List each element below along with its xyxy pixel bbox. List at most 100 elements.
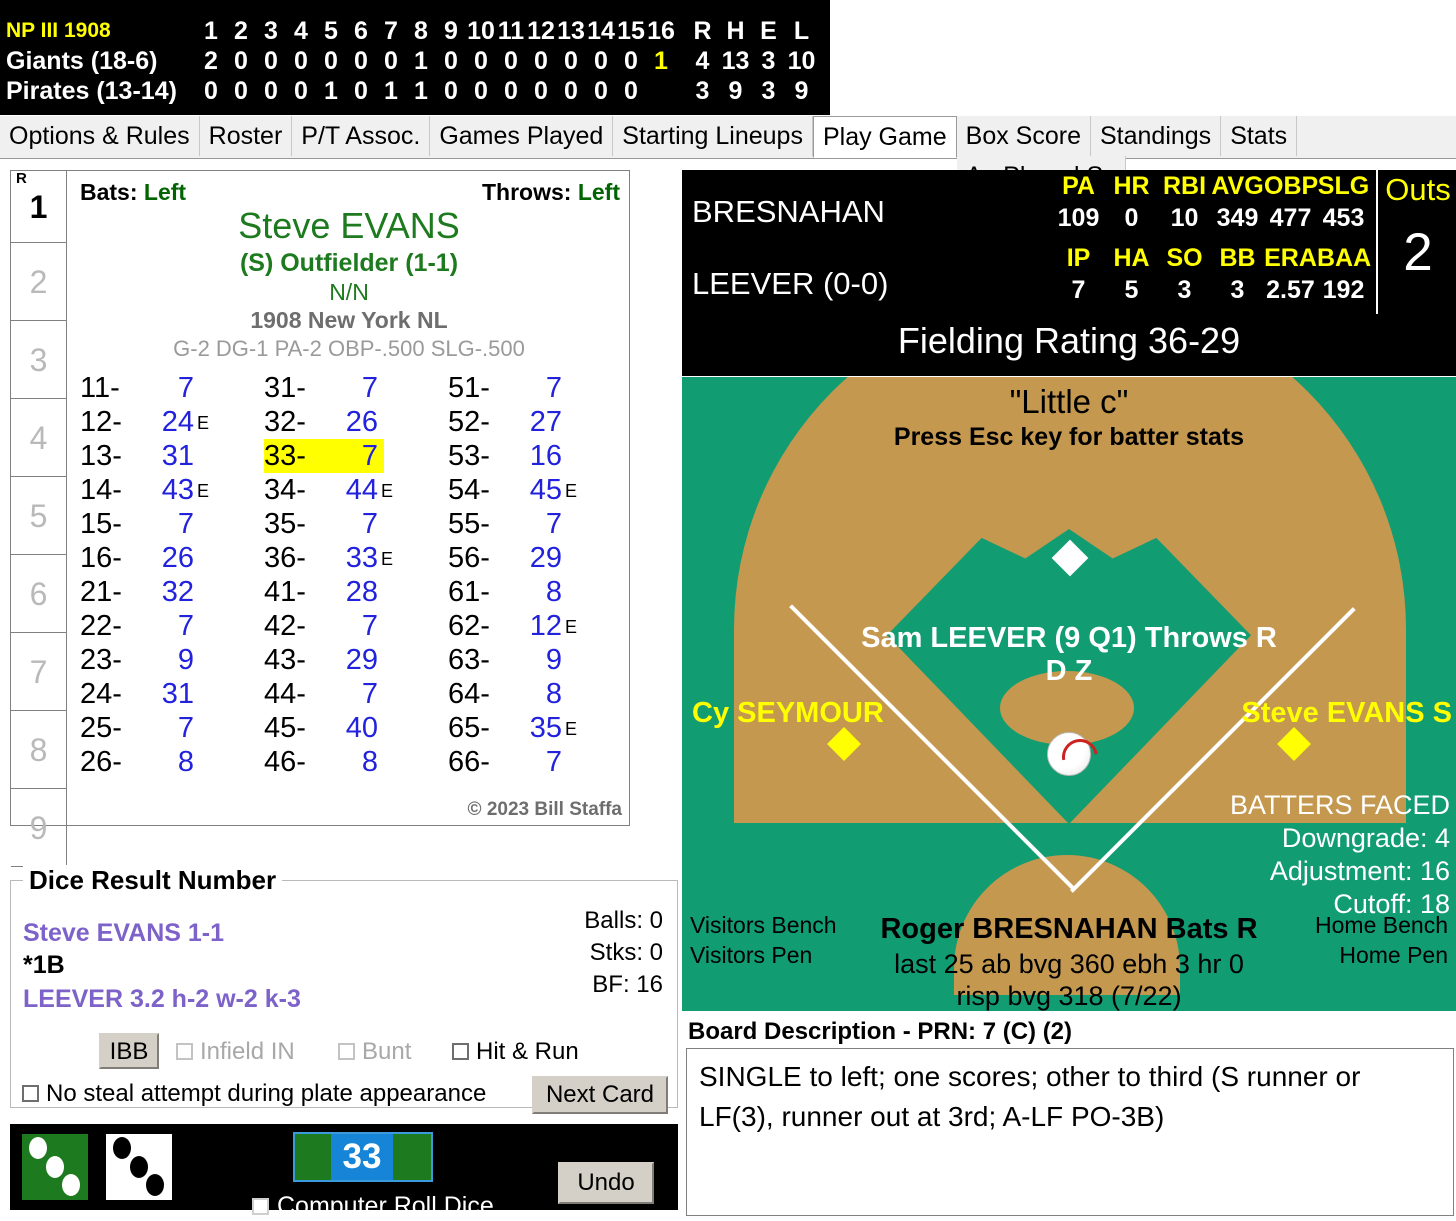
total-cell: 4 [695,47,710,75]
hitter-stat-header: HR [1113,172,1150,200]
runner-column[interactable]: R 123456789 [11,171,67,867]
tab-roster[interactable]: Roster [199,116,293,156]
computer-roll-dice-checkbox[interactable]: Computer Roll Dice [252,1192,494,1221]
next-card-button[interactable]: Next Card [532,1076,668,1114]
dice-result-batter: Steve EVANS 1-1 [23,919,225,947]
tab-options-rules[interactable]: Options & Rules [0,116,200,156]
white-die[interactable] [106,1134,172,1200]
downgrade-value: Downgrade: 4 [1281,823,1450,853]
runner-cell-5[interactable]: 5 [11,477,67,555]
dice-roll-key: 54- [448,474,490,506]
inning-score-cell: 0 [444,77,458,105]
dice-result-row: 51- 7 [448,371,628,405]
dice-result-panel-title: Dice Result Number [23,865,283,896]
pitcher-stat-row: LEEVER (0-0) IP HA SO BB ERABAA 7 5 3 3 2.57 192 [682,242,1374,314]
dice-result-row: 63- 9 [448,643,628,677]
inning-score-cell: 0 [354,47,368,75]
inning-header-15: 15 [617,17,645,45]
runner-cell-9[interactable]: 9 [11,789,67,867]
right-fielder-label[interactable]: Steve EVANS S [1241,697,1452,730]
roll-value-box[interactable]: 33 [293,1132,433,1182]
bats-value: Left [143,179,187,205]
dice-roll-key: 62- [448,610,490,642]
inning-score-cell: 0 [474,47,488,75]
left-fielder-label[interactable]: Cy SEYMOUR [692,697,884,730]
roll-value: 33 [331,1134,393,1180]
infield-in-checkbox[interactable]: Infield IN [176,1038,295,1066]
dice-roll-key: 34- [264,474,306,506]
tab-play-game[interactable]: Play Game [812,116,957,158]
bunt-label: Bunt [362,1038,412,1065]
dice-result-row: 44- 7 [264,677,444,711]
total-cell: 9 [728,77,743,105]
dice-result-row: 25- 7 [80,711,260,745]
pitcher-stat-headers: IP HA SO BB ERABAA [1052,244,1371,273]
field-pitcher-line: Sam LEEVER (9 Q1) Throws R [861,622,1277,654]
no-steal-checkbox[interactable]: No steal attempt during plate appearance [22,1080,486,1108]
tab-box-score[interactable]: Box Score [956,116,1091,156]
die-pip [62,1174,81,1197]
hit-and-run-checkbox[interactable]: Hit & Run [452,1038,579,1066]
runner-cell-3[interactable]: 3 [11,321,67,399]
runner-cell-1[interactable]: 1 [11,171,67,243]
dice-result-row: 15- 7 [80,507,260,541]
tab-stats[interactable]: Stats [1221,116,1298,156]
field-batter-recent: last 25 ab bvg 360 ebh 3 hr 0 [894,949,1244,979]
runner-cell-8[interactable]: 8 [11,711,67,789]
scoreboard-inning-headers: 1 2 3 4 5 6 7 8 9 10 11 1213141516 R H E L [196,16,818,46]
fielding-rating-text: Fielding Rating 36-29 [897,320,1241,361]
runner-cell-2[interactable]: 2 [11,243,67,321]
ibb-button[interactable]: IBB [99,1033,159,1069]
hitter-stat-value: 349 [1216,204,1259,232]
total-cell: 3 [761,77,776,105]
dice-result-value: 26 [161,542,194,574]
runner-cell-4[interactable]: 4 [11,399,67,477]
undo-button[interactable]: Undo [558,1162,654,1204]
baseball-field[interactable]: "Little c" Press Esc key for batter stat… [682,377,1456,1011]
player-card-body: Bats: Left Throws: Left Steve EVANS (S) … [68,171,630,825]
dice-result-value: 7 [361,678,378,710]
dice-result-value: 7 [177,610,194,642]
dice-result-row: 53- 16 [448,439,628,473]
bunt-checkbox[interactable]: Bunt [338,1038,411,1066]
dice-result-row: 54- 45 E [448,473,628,507]
pitcher-stat-header: SO [1166,244,1203,272]
dice-roll-key: 64- [448,678,490,710]
dice-grid-column-3: 51- 7 52- 27 53- 16 54- 45 E 55- 7 56- 29 61- 8 62- 12 E 6… [448,371,628,779]
total-header-R: R [693,17,712,45]
inning-header-3: 3 [264,17,278,45]
hitter-stat-headers: PA HR RBI AVGOBPSLG [1052,172,1370,201]
dice-result-row: 65- 35 E [448,711,628,745]
pitcher-stat-value: 7 [1071,276,1086,304]
inning-score-cell: 0 [564,77,578,105]
dice-roll-key: 16- [80,542,122,574]
dice-result-row: 24- 31 [80,677,260,711]
tab-starting-lineups[interactable]: Starting Lineups [613,116,813,156]
dice-roll-key: 56- [448,542,490,574]
dice-result-value: 7 [361,610,378,642]
tab-standings[interactable]: Standings [1090,116,1222,156]
dice-result-value: 7 [361,372,378,404]
runner-cell-number: 4 [29,420,48,456]
dice-result-row: 41- 28 [264,575,444,609]
field-batter-risp: risp bvg 318 (7/22) [956,981,1182,1011]
outs-box: Outs 2 [1376,170,1456,314]
inning-header-10: 10 [467,17,495,45]
tab-bar[interactable]: Options & Rules Roster P/T Assoc. Games Pla… [0,116,1456,196]
inning-score-cell: 1 [324,77,338,105]
total-cell: 3 [761,47,776,75]
die-pip [45,1155,64,1178]
inning-score-cell: 0 [444,47,458,75]
fielding-rating-bar: Fielding Rating 36-29 [682,314,1456,376]
dice-roll-key: 41- [264,576,306,608]
green-die[interactable] [22,1134,88,1200]
copyright-text: © 2023 Bill Staffa [467,799,622,820]
dice-result-value: 8 [545,576,562,608]
runner-cell-7[interactable]: 7 [11,633,67,711]
dice-roll-key: 43- [264,644,306,676]
inning-score-cell: 0 [384,47,398,75]
runner-cell-6[interactable]: 6 [11,555,67,633]
scoreboard-row-home: Pirates (13-14) 0000101100000003939 [0,76,830,106]
tab-games-played[interactable]: Games Played [430,116,614,156]
tab-p-t-assoc[interactable]: P/T Assoc. [292,116,431,156]
